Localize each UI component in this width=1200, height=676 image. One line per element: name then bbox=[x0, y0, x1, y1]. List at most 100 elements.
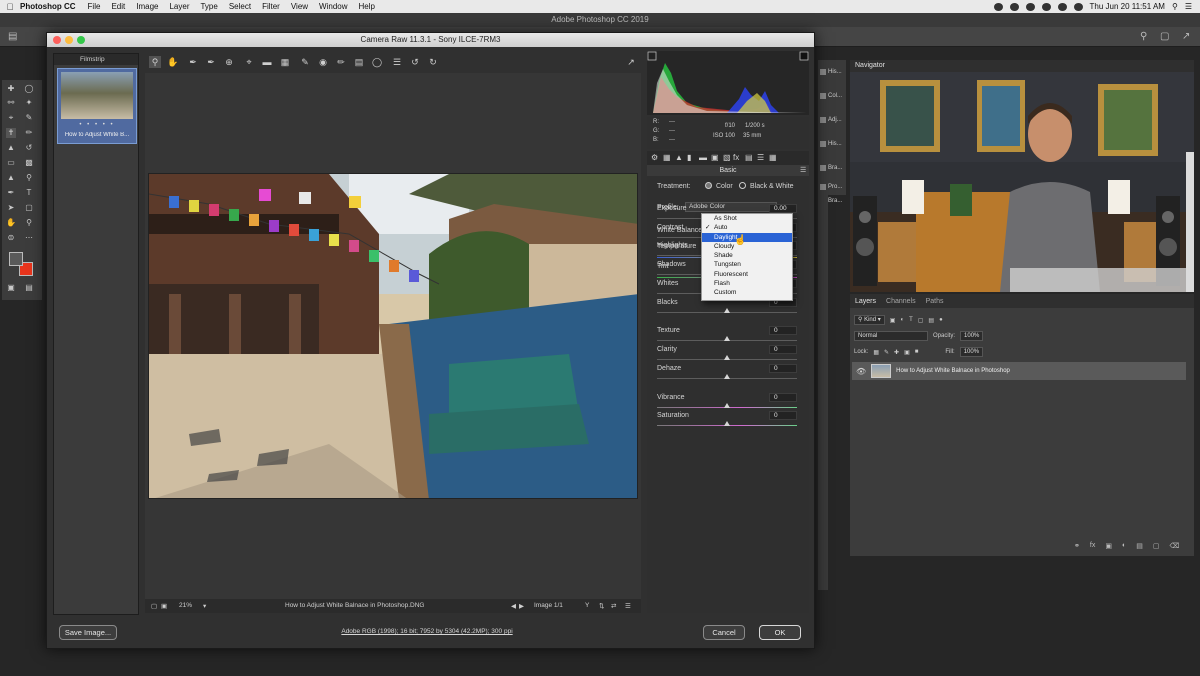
search-icon[interactable]: ⚲ bbox=[1140, 31, 1147, 42]
wb-option-cloudy[interactable]: Cloudy bbox=[702, 242, 792, 251]
lock-pixels-icon[interactable]: ✎ bbox=[884, 349, 889, 356]
fx-icon[interactable]: fx bbox=[1090, 542, 1095, 550]
tab-paths[interactable]: Paths bbox=[926, 298, 944, 305]
rating-stars[interactable]: • • • • • bbox=[58, 122, 136, 128]
menu-type[interactable]: Type bbox=[200, 2, 217, 11]
more-tools-icon[interactable]: ⋯ bbox=[24, 233, 34, 243]
app-status-icon[interactable] bbox=[1009, 2, 1019, 11]
menu-layer[interactable]: Layer bbox=[169, 2, 189, 11]
magic-wand-icon[interactable]: ✦ bbox=[24, 98, 34, 108]
wb-option-daylight[interactable]: Daylight bbox=[702, 232, 792, 242]
tab-channels[interactable]: Channels bbox=[886, 298, 916, 305]
single-view-icon[interactable]: ▢ bbox=[151, 602, 157, 610]
dodge-tool-icon[interactable]: ⚲ bbox=[24, 173, 34, 183]
white-balance-tool-icon[interactable]: ✒ bbox=[187, 56, 199, 68]
add-mask-icon[interactable]: ▣ bbox=[1105, 542, 1112, 550]
apple-icon[interactable]:  bbox=[0, 2, 20, 12]
adjustment-brush-icon[interactable]: ✏ bbox=[335, 56, 347, 68]
exposure-value[interactable]: 0.00 bbox=[769, 204, 797, 213]
marquee-tool-icon[interactable]: ◯ bbox=[24, 84, 34, 94]
fill-field[interactable]: 100% bbox=[959, 347, 984, 357]
lasso-tool-icon[interactable]: ⚯ bbox=[6, 98, 16, 108]
layer-kind-filter[interactable]: ⚲ Kind ▾ bbox=[854, 315, 885, 325]
presets-icon[interactable]: ☰ bbox=[757, 153, 764, 162]
menu-select[interactable]: Select bbox=[229, 2, 251, 11]
spot-removal-icon[interactable]: ✎ bbox=[299, 56, 311, 68]
rotate-right-icon[interactable]: ↻ bbox=[427, 56, 439, 68]
zoom-window-button[interactable] bbox=[77, 36, 85, 44]
new-layer-icon[interactable]: ▢ bbox=[1153, 542, 1160, 550]
filter-smart-icon[interactable]: ▤ bbox=[928, 317, 934, 324]
blend-mode-select[interactable]: Normal bbox=[854, 331, 928, 341]
panel-color[interactable]: Col... bbox=[818, 84, 846, 108]
wb-option-fluorescent[interactable]: Fluorescent bbox=[702, 270, 792, 279]
workspace-icon[interactable]: ▢ bbox=[1160, 31, 1169, 42]
screen-mode-icon[interactable]: ▤ bbox=[24, 283, 34, 293]
photo-preview[interactable] bbox=[148, 173, 638, 499]
tool-preset-icon[interactable]: ▤ bbox=[8, 31, 17, 42]
cancel-button[interactable]: Cancel bbox=[703, 625, 745, 640]
treatment-color-radio[interactable] bbox=[705, 182, 712, 189]
tone-curve-icon[interactable]: ▦ bbox=[663, 153, 671, 162]
menu-edit[interactable]: Edit bbox=[111, 2, 125, 11]
menu-view[interactable]: View bbox=[291, 2, 308, 11]
share-icon[interactable]: ↗ bbox=[1182, 31, 1190, 42]
saturation-slider-thumb[interactable] bbox=[724, 421, 730, 426]
move-tool-icon[interactable]: ✚ bbox=[6, 84, 16, 94]
ok-button[interactable]: OK bbox=[759, 625, 801, 640]
save-image-button[interactable]: Save Image... bbox=[59, 625, 117, 640]
filter-pixel-icon[interactable]: ▣ bbox=[890, 317, 896, 324]
preview-prefs-icon[interactable]: ☰ bbox=[625, 602, 631, 610]
wb-option-tungsten[interactable]: Tungsten bbox=[702, 260, 792, 269]
shape-tool-icon[interactable]: ▢ bbox=[24, 203, 34, 213]
menu-list-icon[interactable]: ☰ bbox=[1185, 2, 1192, 11]
zoom-level[interactable]: 21% bbox=[179, 602, 192, 609]
preferences-icon[interactable]: ☰ bbox=[391, 56, 403, 68]
new-group-icon[interactable]: ▤ bbox=[1136, 542, 1143, 550]
crop-tool-icon[interactable]: ⌖ bbox=[243, 56, 255, 68]
menu-file[interactable]: File bbox=[88, 2, 101, 11]
compare-y-icon[interactable]: Y bbox=[585, 602, 589, 609]
detail-icon[interactable]: ▲ bbox=[675, 153, 683, 162]
wb-option-custom[interactable]: Custom bbox=[702, 288, 792, 297]
stamp-tool-icon[interactable]: ▲ bbox=[6, 143, 16, 153]
wb-option-shade[interactable]: Shade bbox=[702, 251, 792, 260]
dehaze-value[interactable]: 0 bbox=[769, 364, 797, 373]
eyedropper-icon[interactable]: ✎ bbox=[24, 113, 34, 123]
lock-transparent-icon[interactable]: ▦ bbox=[873, 349, 879, 356]
crop-tool-icon[interactable]: ⌖ bbox=[6, 113, 16, 123]
path-select-icon[interactable]: ➤ bbox=[6, 203, 16, 213]
zoom-tool-icon[interactable]: ⚲ bbox=[149, 56, 161, 68]
vibrance-value[interactable]: 0 bbox=[769, 393, 797, 402]
radial-filter-icon[interactable]: ◯ bbox=[371, 56, 383, 68]
filter-adjust-icon[interactable]: ◐ bbox=[900, 317, 904, 323]
healing-tool-icon[interactable]: ✝ bbox=[6, 128, 16, 138]
straighten-tool-icon[interactable]: ▬ bbox=[261, 56, 273, 68]
wb-option-flash[interactable]: Flash bbox=[702, 279, 792, 288]
fit-view-icon[interactable]: ▣ bbox=[161, 602, 167, 610]
layer-row[interactable]: 👁 How to Adjust White Balnace in Photosh… bbox=[852, 362, 1186, 380]
menu-filter[interactable]: Filter bbox=[262, 2, 280, 11]
panel-adjustments[interactable]: Adj... bbox=[818, 108, 846, 132]
texture-slider-thumb[interactable] bbox=[724, 336, 730, 341]
hand-tool-icon[interactable]: ✋ bbox=[167, 56, 179, 68]
panel-histogram[interactable]: His... bbox=[818, 132, 846, 156]
menu-window[interactable]: Window bbox=[319, 2, 347, 11]
wifi-icon[interactable] bbox=[1057, 2, 1067, 11]
lens-icon[interactable]: ▣ bbox=[711, 153, 719, 162]
cloud-icon[interactable] bbox=[993, 2, 1003, 11]
hand-tool-icon[interactable]: ✋ bbox=[6, 218, 16, 228]
quick-mask-icon[interactable]: ▣ bbox=[6, 283, 16, 293]
fx-icon[interactable]: fx bbox=[733, 153, 739, 162]
blur-tool-icon[interactable]: ▲ bbox=[6, 173, 16, 183]
snapshots-icon[interactable]: ▦ bbox=[769, 153, 777, 162]
bluetooth-icon[interactable] bbox=[1041, 2, 1051, 11]
filter-type-icon[interactable]: T bbox=[909, 317, 913, 323]
wb-option-auto[interactable]: ✓ Auto bbox=[702, 223, 792, 232]
eye-icon[interactable]: 👁 bbox=[856, 367, 866, 376]
panel-properties[interactable]: Pro... bbox=[818, 180, 846, 194]
close-window-button[interactable] bbox=[53, 36, 61, 44]
menu-help[interactable]: Help bbox=[359, 2, 375, 11]
pen-tool-icon[interactable]: ✒ bbox=[6, 188, 16, 198]
red-eye-icon[interactable]: ◉ bbox=[317, 56, 329, 68]
